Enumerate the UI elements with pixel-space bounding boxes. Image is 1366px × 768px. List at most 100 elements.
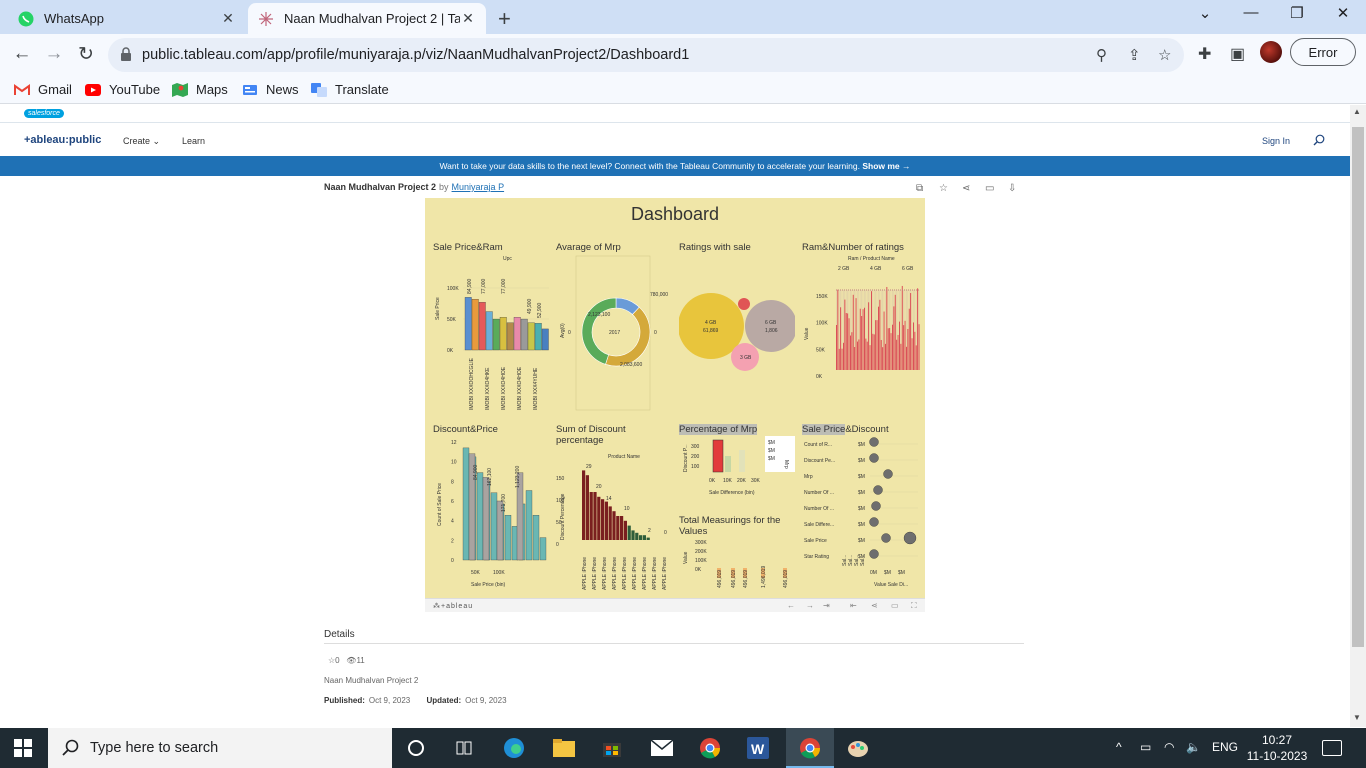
share-icon[interactable]: ⋖ [871,601,878,610]
chart-sale-price-ram[interactable]: Upc Sale Price 100K 50K 0K 84,900 77,000 77,000… [433,254,549,414]
sale-price-ram-svg[interactable]: Upc Sale Price 100K 50K 0K 84,900 77,000 77,000… [433,254,549,414]
volume-icon[interactable]: 🔈 [1186,740,1201,754]
bar [900,343,902,370]
paint-icon[interactable] [846,736,870,760]
bookmark-label: Translate [335,82,389,97]
bookmark-star-icon[interactable]: ☆ [1158,46,1171,64]
profile-error-button[interactable]: Error [1290,38,1356,66]
bookmark-translate[interactable]: Translate [311,82,389,97]
chrome-active-icon[interactable] [798,736,822,760]
tableau-footer-logo[interactable]: ⁂+ableau [433,602,473,610]
chart-sale-price-discount[interactable]: Count of R... $M Discount Pe... $M Mrp $M Numb… [802,436,922,594]
back-button[interactable]: ← [10,43,34,65]
battery-icon[interactable]: ▭ [1140,740,1151,754]
extensions-icon[interactable]: ✚ [1198,44,1211,64]
comment-icon[interactable]: ▭ [891,601,899,610]
forward-button[interactable]: → [42,43,66,65]
windows-start-icon[interactable] [14,739,32,757]
side-panel-icon[interactable]: ▣ [1230,44,1245,64]
profile-avatar[interactable] [1260,41,1282,63]
system-clock[interactable]: 10:27 11-10-2023 [1244,732,1310,764]
bar [840,307,842,370]
tableau-public-logo[interactable]: +ableau:public [24,134,101,146]
mail-icon[interactable] [650,736,674,760]
reload-button[interactable]: ↻ [74,43,98,66]
chrome-icon[interactable] [698,736,722,760]
avg-mrp-svg[interactable]: Avg(0) 2017 780,000 2,123,100 2,083,600 0 0 [556,254,672,414]
chart-sum-discount[interactable]: Product Name Discount Percentage 150 100 50 0… [556,450,672,594]
chart-pct-mrp[interactable]: Discount P... 300 200 100 0K 10K 20K 30K Sale Di… [679,436,797,508]
redo-icon[interactable]: → [806,601,814,610]
total-measurings-svg[interactable]: Value 300K 200K 100K 0K 496,019 496,019 496,019… [679,538,797,596]
notification-icon[interactable] [1322,740,1342,756]
new-tab-button[interactable]: + [498,6,511,32]
restore-button[interactable]: ❐ [1274,4,1320,22]
url-text[interactable]: public.tableau.com/app/profile/muniyaraj… [142,47,689,63]
search-icon[interactable] [1313,134,1325,146]
nav-create[interactable]: Create ⌄ [123,136,160,147]
sum-discount-svg[interactable]: Product NameDiscount Percentage150100500… [556,450,672,594]
minimize-button[interactable]: — [1228,4,1274,21]
data-label: 14 [606,496,612,502]
fullscreen-icon[interactable]: ⛶ [911,601,917,611]
sale-price-discount-svg[interactable]: Count of R... $M Discount Pe... $M Mrp $M Numb… [802,436,922,594]
x-tick-label: IMOBI XXXO4HKE [485,367,491,410]
nav-learn[interactable]: Learn [182,136,205,146]
bookmark-maps[interactable]: Maps [172,82,228,97]
reset-icon[interactable]: ⇤ [850,601,857,610]
wifi-icon[interactable]: ◠ [1164,740,1174,754]
tableau-dashboard[interactable]: Dashboard Sale Price&Ram Avarage of Mrp … [425,198,925,598]
window-close-button[interactable]: ✕ [1320,4,1366,22]
chart-ram-ratings[interactable]: Ram / Product Name 2 GB 4 GB 6 GB Value 150K 1… [802,254,920,414]
file-explorer-icon[interactable] [552,736,576,760]
author-link[interactable]: Muniyaraja P [452,182,505,192]
pct-mrp-svg[interactable]: Discount P... 300 200 100 0K 10K 20K 30K Sale Di… [679,436,797,508]
banner-link[interactable]: Show me → [862,161,910,171]
comment-icon[interactable]: ▭ [985,183,994,194]
scroll-down-arrow[interactable]: ▼ [1353,713,1361,722]
download-icon[interactable]: ⇩ [1008,183,1016,194]
chart-avg-mrp[interactable]: Avg(0) 2017 780,000 2,123,100 2,083,600 0 0 [556,254,672,414]
tab-search-icon[interactable]: ⌄ [1182,4,1228,22]
y-tick-label: 0K [447,348,454,354]
sheet-title-sale-price-discount: Sale Price&Discount [802,424,889,435]
chart-ratings-with-sale[interactable]: 4 GB 61,869 6 GB 1,806 3 GB [679,254,795,414]
chart-total-measurings[interactable]: Value 300K 200K 100K 0K 496,019 496,019 496,019… [679,538,797,596]
bookmark-news[interactable]: News [242,82,299,97]
close-icon[interactable]: ✕ [220,10,236,27]
zoom-icon[interactable]: ⚲ [1096,46,1107,64]
task-view-icon[interactable] [452,736,476,760]
cortana-icon[interactable] [404,736,428,760]
ram-ratings-svg[interactable]: Ram / Product Name 2 GB 4 GB 6 GB Value 150K 1… [802,254,920,414]
scroll-up-arrow[interactable]: ▲ [1353,107,1361,116]
favorite-star-icon[interactable]: ☆ [939,183,948,194]
tab-whatsapp[interactable]: WhatsApp ✕ [8,3,246,34]
search-placeholder: Type here to search [90,740,219,756]
share-icon[interactable]: ⇪ [1128,46,1141,64]
bookmark-youtube[interactable]: YouTube [85,82,160,97]
edge-icon[interactable] [502,736,526,760]
salesforce-logo[interactable]: salesforce [24,109,64,118]
sign-in-link[interactable]: Sign In [1262,136,1290,146]
taskbar-search-box[interactable]: Type here to search [48,728,392,768]
bar [646,537,650,540]
copy-icon[interactable]: ⧉ [916,183,923,194]
store-icon[interactable] [600,736,624,760]
undo-icon[interactable]: ← [787,601,795,610]
scroll-thumb[interactable] [1352,127,1364,647]
language-indicator[interactable]: ENG [1212,740,1238,754]
word-icon[interactable]: W [746,736,770,760]
bookmark-gmail[interactable]: Gmail [14,82,72,97]
tab-tableau[interactable]: Naan Mudhalvan Project 2 | Tab ✕ [248,3,486,34]
x-tick-label: 20K [737,478,747,484]
page-scrollbar[interactable]: ▲ ▼ [1350,105,1366,727]
address-bar[interactable]: public.tableau.com/app/profile/muniyaraj… [108,38,1184,72]
chart-discount-price[interactable]: Count of Sale Price 12 10 8 6 4 2 0 84,900 162,10… [433,436,549,594]
tray-overflow-icon[interactable]: ^ [1116,740,1122,754]
close-icon[interactable]: ✕ [460,10,476,27]
ratings-with-sale-svg[interactable]: 4 GB 61,869 6 GB 1,806 3 GB [679,254,795,414]
revert-icon[interactable]: ⇥ [823,601,830,610]
youtube-icon [85,83,101,96]
discount-price-svg[interactable]: Count of Sale Price 12 10 8 6 4 2 0 84,900 162,10… [433,436,549,594]
share-icon[interactable]: ⋖ [962,183,970,194]
